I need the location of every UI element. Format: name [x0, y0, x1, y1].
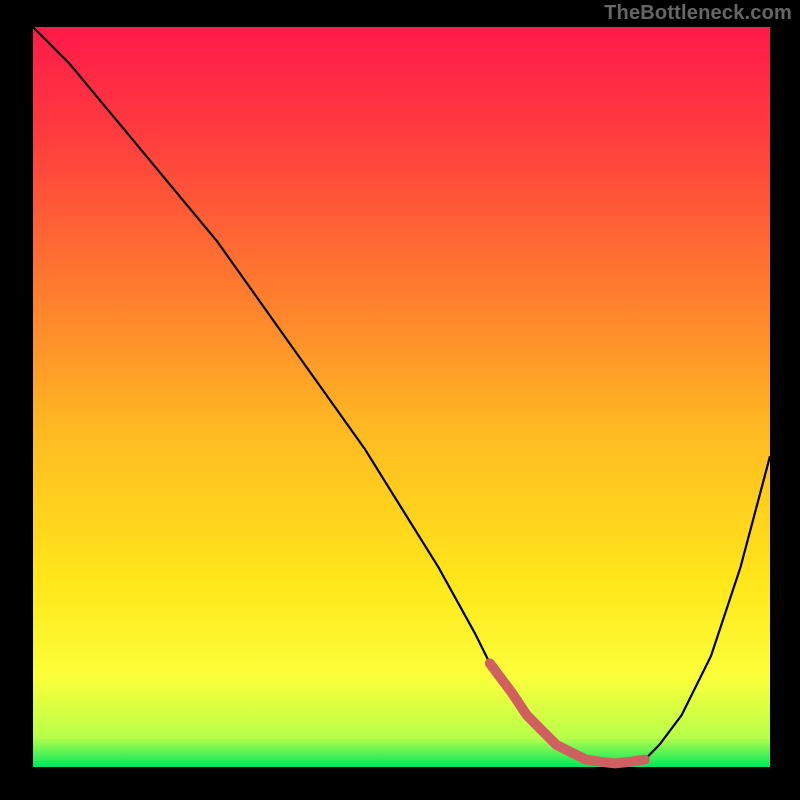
watermark-text: TheBottleneck.com	[604, 2, 792, 25]
chart-container: TheBottleneck.com	[0, 0, 800, 800]
plot-area	[33, 27, 770, 767]
bottleneck-curve-chart	[0, 0, 800, 800]
